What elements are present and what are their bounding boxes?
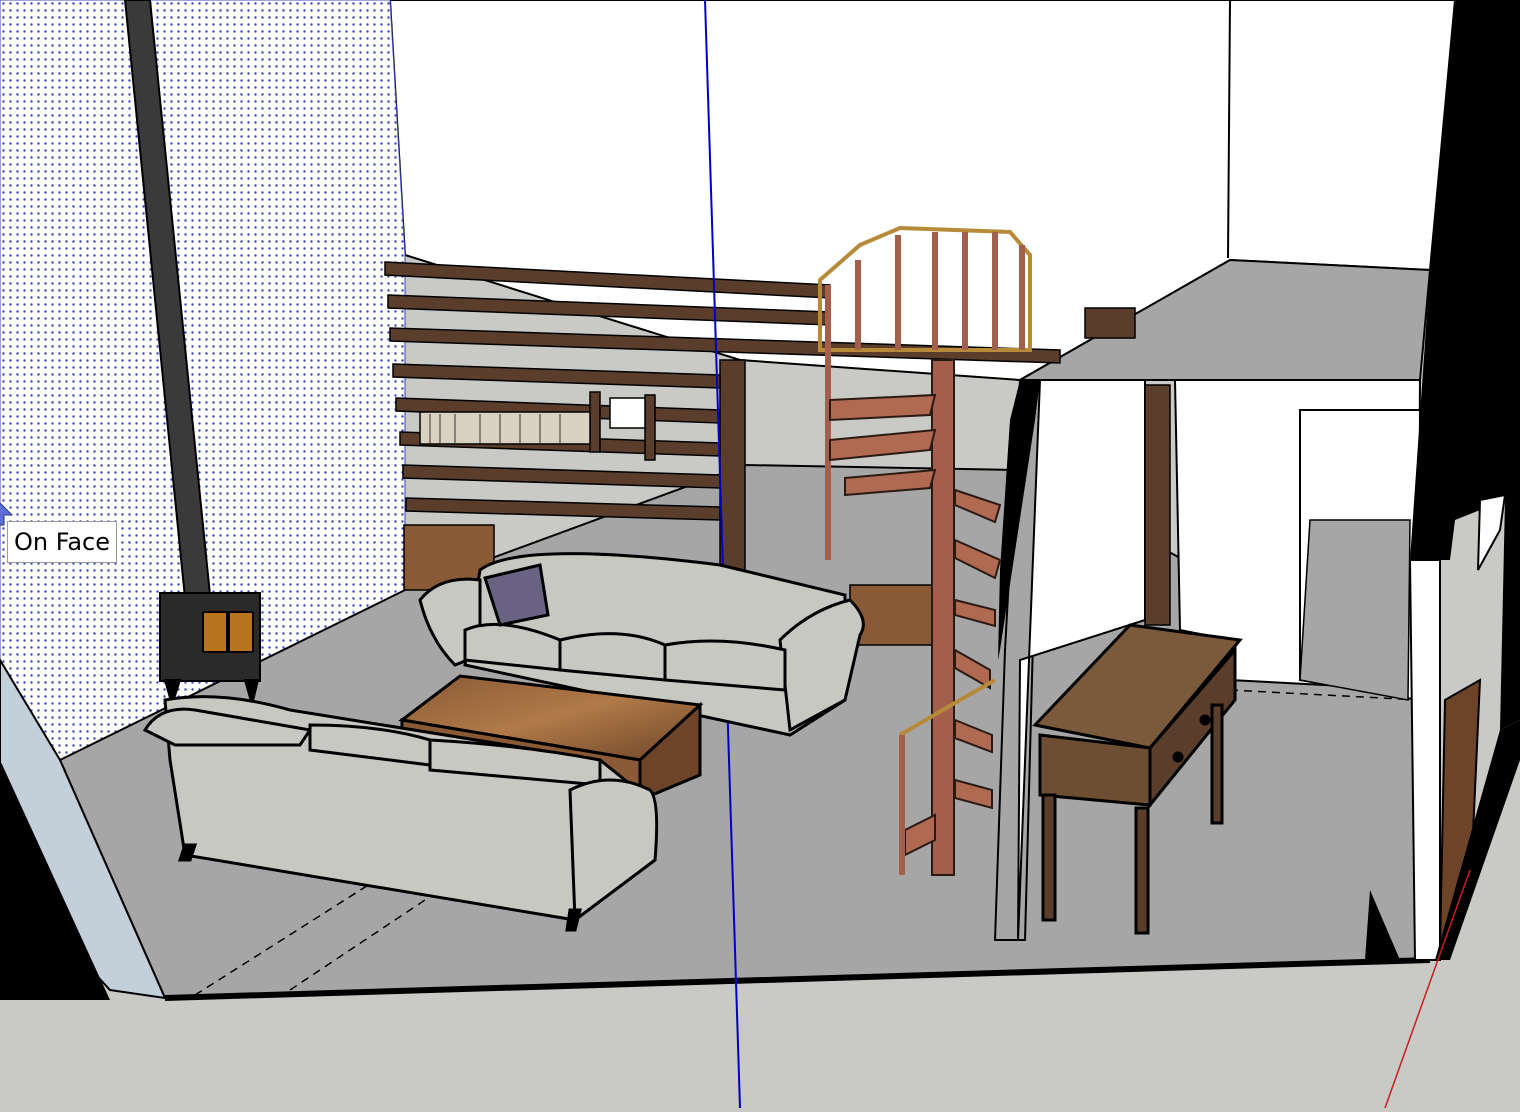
sketchup-viewport[interactable]: On Face <box>0 0 1520 1109</box>
inference-tooltip: On Face <box>7 521 117 563</box>
model-scene[interactable] <box>0 0 1520 1109</box>
